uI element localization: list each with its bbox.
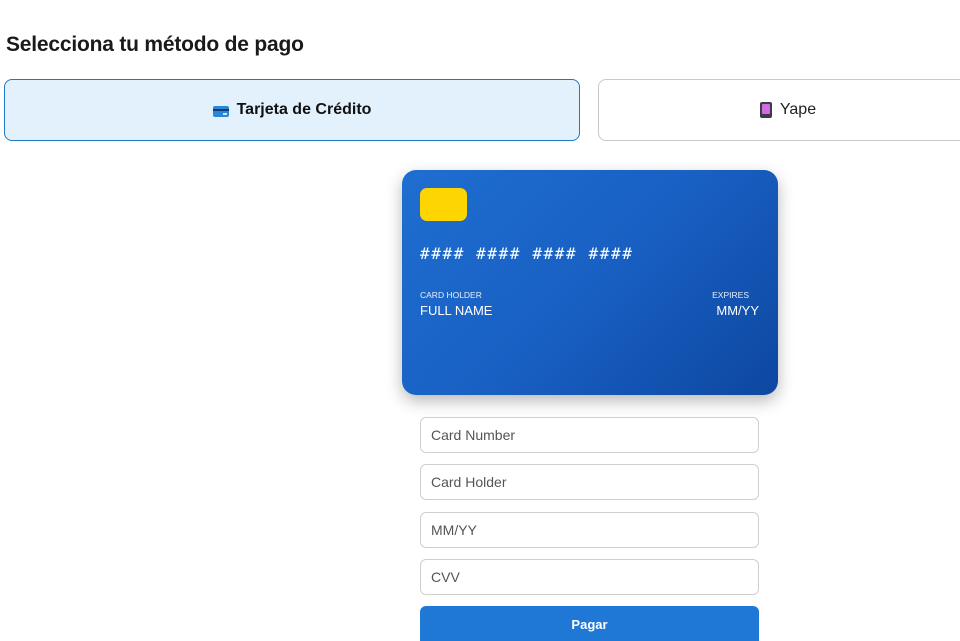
pay-button[interactable]: Pagar — [420, 606, 759, 641]
card-number-display: #### #### #### #### — [420, 244, 634, 263]
payment-method-credit-card[interactable]: Tarjeta de Crédito — [4, 79, 580, 141]
payment-method-label: Yape — [779, 101, 817, 118]
payment-method-yape[interactable]: Yape — [598, 79, 960, 141]
card-holder-input[interactable] — [420, 464, 759, 500]
card-holder-display: FULL NAME — [420, 303, 493, 318]
expires-caption: EXPIRES — [712, 290, 749, 300]
credit-card-icon — [212, 105, 229, 117]
card-holder-caption: CARD HOLDER — [420, 290, 482, 300]
mobile-phone-icon — [759, 102, 772, 118]
payment-method-label: Tarjeta de Crédito — [236, 101, 372, 118]
cvv-input[interactable] — [420, 559, 759, 595]
expires-display: MM/YY — [716, 303, 759, 318]
expiry-input[interactable] — [420, 512, 759, 548]
page-title: Selecciona tu método de pago — [6, 33, 304, 56]
credit-card-preview: #### #### #### #### CARD HOLDER FULL NAM… — [402, 170, 778, 395]
card-chip — [420, 188, 467, 221]
card-number-input[interactable] — [420, 417, 759, 453]
